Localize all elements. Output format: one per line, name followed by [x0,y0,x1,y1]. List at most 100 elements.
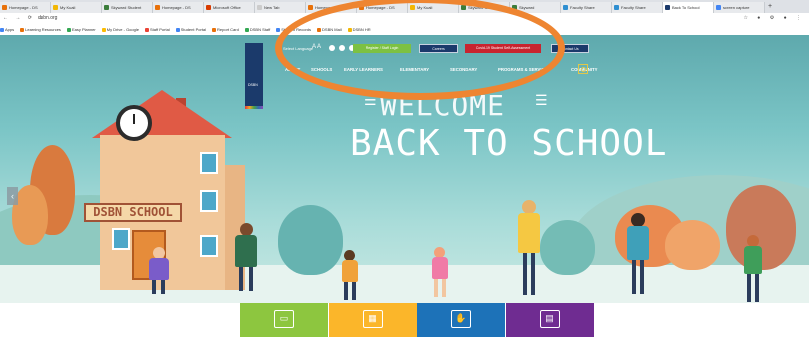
school-sign: DSBN SCHOOL [84,203,182,222]
quick-link-tile[interactable]: ▦ [328,303,417,337]
bookmark-label: DSBN Mail [322,27,342,32]
extension-icons[interactable]: ☆ ● ⚙ ● ⋮ [743,13,805,24]
nav-item-elementary[interactable]: ELEMENTARY [400,67,429,72]
bookmark-label: My Drive - Google [106,27,139,32]
bookmark-favicon-icon [347,27,352,32]
tab-favicon-icon [512,5,517,11]
hand-icon: ✋ [451,310,471,328]
browser-tab[interactable]: Faculty Share [561,2,612,13]
welcome-text: WELCOME [380,89,506,122]
bookmark-item[interactable]: Learning Resources [20,24,61,35]
school-window [112,228,130,250]
browser-tab[interactable]: Homepage - DS [0,2,51,13]
bookmark-item[interactable]: Apps [0,24,14,35]
facebook-icon[interactable] [329,45,335,51]
search-icon[interactable] [578,64,588,74]
bookmark-label: DSBN HR [352,27,371,32]
careers-button[interactable]: Careers [419,44,458,53]
student-illustration [742,235,764,303]
bookmark-label: Easy Planner [71,27,96,32]
font-size-control[interactable]: A A [312,44,321,50]
quick-link-tile[interactable]: ▭ [240,303,328,337]
quick-link-tile[interactable]: ✋ [417,303,505,337]
school-window [200,190,218,212]
bookmark-favicon-icon [0,27,4,32]
new-tab-button[interactable]: + [765,0,775,13]
nav-item-early-learners[interactable]: EARLY LEARNERS [344,67,383,72]
tab-label: Skyward [519,5,535,10]
clock-icon [116,105,152,141]
bookmark-label: Learning Resources [25,27,61,32]
browser-tab[interactable]: Skyward [510,2,561,13]
bookmark-favicon-icon [244,27,249,32]
covid-assessment-button[interactable]: Covid-19 Student Self-Assessment [465,44,541,53]
bookmark-item[interactable]: My Drive - Google [101,24,139,35]
bookmark-item[interactable]: Staff Portal [144,24,170,35]
bookmark-favicon-icon [66,27,71,32]
bookmark-favicon-icon [317,27,322,32]
bookmark-favicon-icon [175,27,180,32]
nav-item-schools[interactable]: SCHOOLS [311,67,332,72]
bookmark-label: Student Portal [180,27,207,32]
browser-tab[interactable]: My Kuali [408,2,459,13]
browser-tab[interactable]: Homepage - DS [357,2,408,13]
tree [540,220,595,275]
book-icon: ▤ [539,310,560,328]
nav-item-about[interactable]: ABOUT [285,67,300,72]
hero-banner: DSBN SCHOOL ☰ WELCOME ☰ BACK TO SCHOOL D… [0,35,809,303]
browser-tab-strip: Homepage - DS My Kuali Skyward Student Home… [0,0,809,13]
contact-us-button[interactable]: Contact Us [551,44,589,53]
bookmark-label: Staff Portal [149,27,170,32]
tree [665,220,720,270]
tab-favicon-icon [257,5,262,11]
school-window [200,152,218,174]
bookmark-label: Student Records [281,27,312,32]
address-bar[interactable]: dsbn.org [38,13,57,24]
browser-tab[interactable]: My Kuali [51,2,102,13]
carousel-prev-button[interactable]: ‹ [7,187,18,205]
browser-tab[interactable]: Skyward Student [102,2,153,13]
tab-favicon-icon [410,5,415,11]
student-illustration [515,200,543,300]
bookmark-item[interactable]: Report Card [212,24,239,35]
browser-tab[interactable]: screen capture [714,2,765,13]
tab-favicon-icon [716,5,721,11]
sparkle-icon: ☰ [364,93,377,109]
bookmark-item[interactable]: DSBN Staff [244,24,271,35]
nav-item-programs-services[interactable]: PROGRAMS & SERVICES [498,67,550,72]
bookmark-item[interactable]: DSBN Mail [317,24,342,35]
quick-link-tiles: ▭ ▦ ✋ ▤ [240,303,594,337]
tab-label: Homepage - DS [315,5,344,10]
tab-label: screen capture [723,5,750,10]
browser-tab[interactable]: Back To School [663,2,714,13]
browser-tab[interactable]: Microsoft Office [204,2,255,13]
nav-item-secondary[interactable]: SECONDARY [450,67,477,72]
staff-login-button[interactable]: Register / Staff Login [353,44,411,53]
bookmark-item[interactable]: Student Records [276,24,311,35]
quick-link-tile[interactable]: ▤ [505,303,594,337]
browser-tab[interactable]: Faculty Share [612,2,663,13]
tab-label: Homepage - DS [366,5,395,10]
calendar-icon: ▦ [362,310,383,328]
browser-tab[interactable]: New Tab [255,2,306,13]
tab-label: New Tab [264,5,280,10]
tab-label: Faculty Share [621,5,646,10]
bookmark-label: DSBN Staff [249,27,271,32]
browser-tab[interactable]: Skyward Student [459,2,510,13]
bookmark-label: Report Card [217,27,239,32]
bookmark-item[interactable]: Student Portal [175,24,207,35]
tab-favicon-icon [206,5,211,11]
tab-favicon-icon [308,5,313,11]
twitter-icon[interactable] [339,45,345,51]
tab-favicon-icon [359,5,364,11]
browser-tab[interactable]: Homepage - DS [306,2,357,13]
tab-label: Faculty Share [570,5,595,10]
bookmark-item[interactable]: DSBN HR [347,24,371,35]
select-language-dropdown[interactable]: Select Language [283,46,313,51]
student-illustration [232,223,262,293]
browser-tab[interactable]: Homepage - DS [153,2,204,13]
dsbn-logo[interactable]: DSBN [245,43,263,109]
tab-favicon-icon [155,5,160,11]
tab-favicon-icon [2,5,7,11]
bookmark-item[interactable]: Easy Planner [66,24,96,35]
